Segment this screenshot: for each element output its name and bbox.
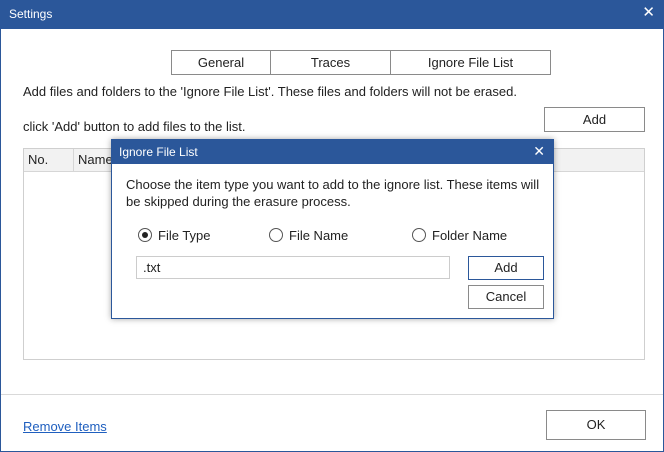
- footer-divider: [1, 394, 663, 395]
- add-button[interactable]: Add: [544, 107, 645, 132]
- description-text: Add files and folders to the 'Ignore Fil…: [23, 84, 517, 99]
- ok-button[interactable]: OK: [546, 410, 646, 440]
- close-icon[interactable]: ✕: [642, 4, 655, 22]
- tab-general[interactable]: General: [171, 50, 271, 75]
- dialog-close-icon[interactable]: ✕: [533, 141, 545, 161]
- dialog-message: Choose the item type you want to add to …: [126, 177, 540, 209]
- radio-file-type[interactable]: File Type: [138, 226, 211, 244]
- file-type-input[interactable]: [136, 256, 450, 279]
- ignore-file-list-dialog: Ignore File List ✕ Choose the item type …: [111, 139, 554, 319]
- tab-traces[interactable]: Traces: [270, 50, 391, 75]
- dialog-title-bar: Ignore File List ✕: [112, 140, 553, 164]
- radio-label: Folder Name: [432, 227, 508, 243]
- column-header-no[interactable]: No.: [24, 149, 74, 171]
- title-bar: Settings ✕: [1, 1, 663, 29]
- tab-bar: General Traces Ignore File List: [171, 50, 551, 75]
- radio-file-name[interactable]: File Name: [269, 226, 348, 244]
- radio-label: File Name: [289, 227, 349, 243]
- dialog-cancel-button[interactable]: Cancel: [468, 285, 544, 309]
- radio-label: File Type: [158, 227, 211, 243]
- radio-folder-name[interactable]: Folder Name: [412, 226, 507, 244]
- dialog-add-button[interactable]: Add: [468, 256, 544, 280]
- tab-ignore-file-list[interactable]: Ignore File List: [390, 50, 551, 75]
- radio-unselected-icon: [412, 228, 426, 242]
- radio-unselected-icon: [269, 228, 283, 242]
- dialog-title: Ignore File List: [119, 145, 198, 159]
- window-title: Settings: [9, 7, 53, 21]
- instruction-text: click 'Add' button to add files to the l…: [23, 119, 246, 134]
- radio-selected-icon: [138, 228, 152, 242]
- remove-items-link[interactable]: Remove Items: [23, 419, 107, 434]
